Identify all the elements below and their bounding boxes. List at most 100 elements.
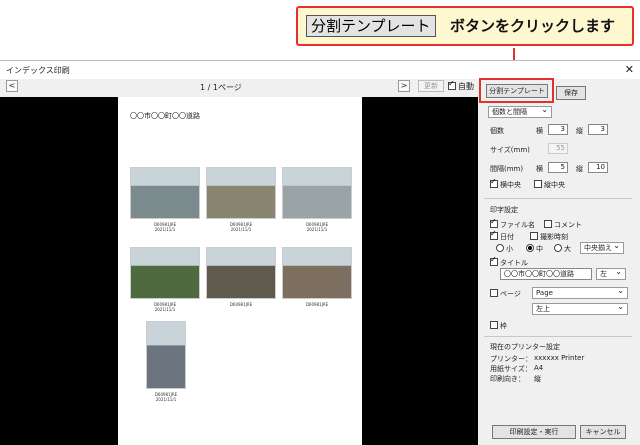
print-preview: 〇〇市〇〇町〇〇道路 D60981JRE 2021/11/1 D60981JRE 20… — [0, 97, 478, 445]
size-input: 55 — [548, 143, 568, 154]
date-checkbox[interactable]: 日付 — [490, 229, 514, 242]
count-y-input[interactable]: 3 — [588, 124, 608, 135]
photo-date: 2021/11/1 — [230, 227, 252, 232]
shot-time-checkbox[interactable]: 撮影時刻 — [530, 232, 568, 242]
title-bar: インデックス印刷 ✕ — [0, 61, 640, 79]
gap-x-input[interactable]: 5 — [548, 162, 568, 173]
update-button[interactable]: 更新 — [418, 80, 444, 92]
size-label: サイズ(mm) — [490, 146, 530, 154]
v-center-check-icon — [534, 180, 542, 188]
save-button[interactable]: 保存 — [556, 86, 586, 100]
paper-size-label: 用紙サイズ： — [490, 365, 532, 373]
prev-page-button[interactable]: < — [6, 80, 18, 92]
layout-mode-select[interactable]: 個数と間隔 — [488, 105, 552, 118]
photo-thumbnail: D60981JRE — [282, 247, 352, 307]
printer-value: xxxxxx Printer — [534, 354, 585, 362]
frame-label: 枠 — [500, 322, 507, 330]
photo-image — [282, 167, 352, 219]
title-check-icon — [490, 255, 498, 266]
h-center-check-icon — [490, 177, 498, 188]
auto-checkbox[interactable]: 自動 — [448, 79, 474, 92]
window-title: インデックス印刷 — [6, 66, 70, 75]
auto-label: 自動 — [458, 82, 474, 91]
filename-label: ファイル名 — [500, 221, 535, 229]
orientation-label: 印刷向き： — [490, 375, 525, 383]
title-input[interactable]: 〇〇市〇〇町〇〇道路 — [500, 268, 592, 280]
auto-check-icon — [448, 79, 456, 90]
size-medium-radio-icon — [526, 244, 534, 252]
count-x-input[interactable]: 3 — [548, 124, 568, 135]
photo-thumbnail: D60981JRE 2021/11/1 — [206, 167, 276, 232]
template-button-highlight — [479, 78, 554, 103]
page-check-label: ページ — [500, 290, 521, 298]
filename-check-icon — [490, 217, 498, 228]
v-center-label: 縦中央 — [544, 181, 565, 189]
photo-caption: D60981JRE — [229, 302, 253, 307]
close-icon[interactable]: ✕ — [625, 63, 634, 76]
gap-label: 間隔(mm) — [490, 165, 524, 173]
count-y-label: 縦 — [576, 127, 583, 135]
photo-thumbnail: D60981JRE 2021/11/1 — [130, 167, 200, 232]
frame-checkbox[interactable]: 枠 — [490, 321, 507, 331]
count-label: 個数 — [490, 127, 504, 135]
photo-image — [130, 167, 200, 219]
size-large-radio-icon — [554, 244, 562, 252]
gap-y-label: 縦 — [576, 165, 583, 173]
page-checkbox[interactable]: ページ — [490, 289, 521, 299]
print-settings-heading: 印字設定 — [490, 206, 518, 214]
count-x-label: 横 — [536, 127, 543, 135]
photo-date: 2021/11/1 — [154, 307, 176, 312]
print-execute-button[interactable]: 印刷設定・実行 — [492, 425, 576, 439]
preview-page: 〇〇市〇〇町〇〇道路 D60981JRE 2021/11/1 D60981JRE 20… — [118, 97, 362, 445]
date-label: 日付 — [500, 233, 514, 241]
instruction-callout: 分割テンプレート ボタンをクリックします — [296, 6, 634, 46]
size-small-radio[interactable]: 小 — [496, 244, 513, 254]
photo-date: 2021/11/1 — [306, 227, 328, 232]
paper-size-value: A4 — [534, 364, 544, 372]
gap-x-label: 横 — [536, 165, 543, 173]
align-select[interactable]: 中央揃え — [580, 241, 624, 254]
size-medium-radio[interactable]: 中 — [526, 244, 543, 254]
section-divider — [484, 198, 632, 199]
section-divider — [484, 336, 632, 337]
shot-time-check-icon — [530, 232, 538, 240]
h-center-label: 横中央 — [500, 181, 521, 189]
title-position-select[interactable]: 左 — [596, 267, 626, 280]
photo-thumbnail: D60981JRE 2021/11/1 — [282, 167, 352, 232]
size-large-radio[interactable]: 大 — [554, 244, 571, 254]
comment-label: コメント — [554, 221, 582, 229]
shot-time-label: 撮影時刻 — [540, 233, 568, 241]
title-check-label: タイトル — [500, 259, 528, 267]
photo-image — [206, 167, 276, 219]
callout-button-sample: 分割テンプレート — [306, 15, 436, 37]
photo-thumbnail: D60981JRE 2021/11/1 — [146, 321, 186, 402]
photo-image — [206, 247, 276, 299]
comment-checkbox[interactable]: コメント — [544, 220, 582, 230]
date-check-icon — [490, 229, 498, 240]
preview-page-title: 〇〇市〇〇町〇〇道路 — [130, 112, 200, 120]
photo-caption: D60981JRE — [305, 302, 329, 307]
comment-check-icon — [544, 220, 552, 228]
preview-toolbar: < 1 / 1ページ > 更新 自動 — [0, 79, 478, 95]
photo-date: 2021/11/1 — [154, 227, 176, 232]
photo-date: 2021/11/1 — [155, 397, 177, 402]
page-indicator: 1 / 1ページ — [200, 83, 242, 92]
v-center-checkbox[interactable]: 縦中央 — [534, 180, 565, 190]
printer-section-heading: 現在のプリンター設定 — [490, 343, 560, 351]
cancel-button[interactable]: キャンセル — [580, 425, 626, 439]
h-center-checkbox[interactable]: 横中央 — [490, 177, 521, 190]
page-format-select[interactable]: Page — [532, 286, 628, 299]
page-check-icon — [490, 289, 498, 297]
next-page-button[interactable]: > — [398, 80, 410, 92]
photo-image — [130, 247, 200, 299]
callout-text: ボタンをクリックします — [450, 17, 616, 35]
filename-checkbox[interactable]: ファイル名 — [490, 217, 535, 230]
photo-image — [146, 321, 186, 389]
photo-thumbnail: D60981JRE 2021/11/1 — [130, 247, 200, 312]
page-position-select[interactable]: 左上 — [532, 302, 628, 315]
orientation-value: 縦 — [534, 375, 541, 383]
size-large-label: 大 — [564, 245, 571, 253]
title-checkbox[interactable]: タイトル — [490, 255, 528, 268]
printer-label: プリンター： — [490, 355, 532, 363]
gap-y-input[interactable]: 10 — [588, 162, 608, 173]
